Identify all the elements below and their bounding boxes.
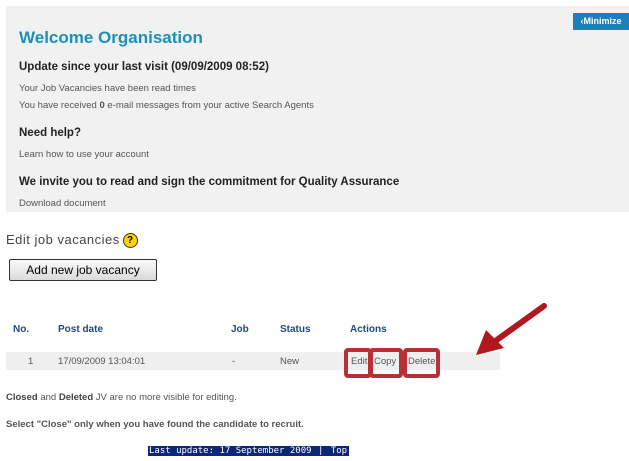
header-actions: Actions — [350, 324, 387, 335]
welcome-title: Welcome Organisation — [19, 28, 203, 47]
header-no: No. — [13, 324, 30, 335]
minimize-button[interactable]: ‹Minimize — [573, 13, 629, 30]
last-update-text: Last update: 17 September 2009 — [148, 446, 313, 456]
delete-highlight-box — [403, 348, 440, 378]
update-heading: Update since your last visit (09/09/2009… — [19, 61, 269, 73]
closed-deleted-note: Closed and Deleted JV are no more visibl… — [6, 392, 237, 403]
download-document-link[interactable]: Download document — [19, 198, 106, 209]
quality-assurance-heading: We invite you to read and sign the commi… — [19, 176, 400, 188]
page-title: Edit job vacancies — [6, 232, 120, 247]
page-heading: Edit job vacancies? — [6, 232, 138, 249]
header-status: Status — [280, 324, 311, 335]
header-post-date: Post date — [58, 324, 104, 335]
footer: Last update: 17 September 2009 | Top — [148, 446, 350, 457]
email-messages-text: You have received 0 e-mail messages from… — [19, 100, 314, 111]
top-link[interactable]: Top — [328, 446, 350, 456]
red-arrow-icon — [476, 303, 547, 355]
table-header: No. Post date Job Status Actions — [6, 318, 500, 340]
help-icon[interactable]: ? — [122, 233, 138, 249]
welcome-panel: ‹Minimize Welcome Organisation Update si… — [6, 6, 629, 212]
cell-status: New — [280, 356, 300, 367]
help-heading: Need help? — [19, 127, 81, 139]
copy-highlight-box — [369, 348, 403, 378]
edit-highlight-box — [344, 348, 372, 378]
header-job: Job — [231, 324, 249, 335]
select-close-note: Select "Close" only when you have found … — [6, 419, 304, 430]
add-job-vacancy-button[interactable]: Add new job vacancy — [9, 259, 157, 281]
learn-account-link[interactable]: Learn how to use your account — [19, 149, 149, 160]
cell-job: - — [232, 356, 236, 367]
cell-post-date: 17/09/2009 13:04:01 — [58, 356, 146, 367]
vacancies-read-text: Your Job Vacancies have been read times — [19, 83, 196, 94]
footer-separator: | — [312, 446, 329, 456]
cell-no: 1 — [28, 356, 34, 367]
